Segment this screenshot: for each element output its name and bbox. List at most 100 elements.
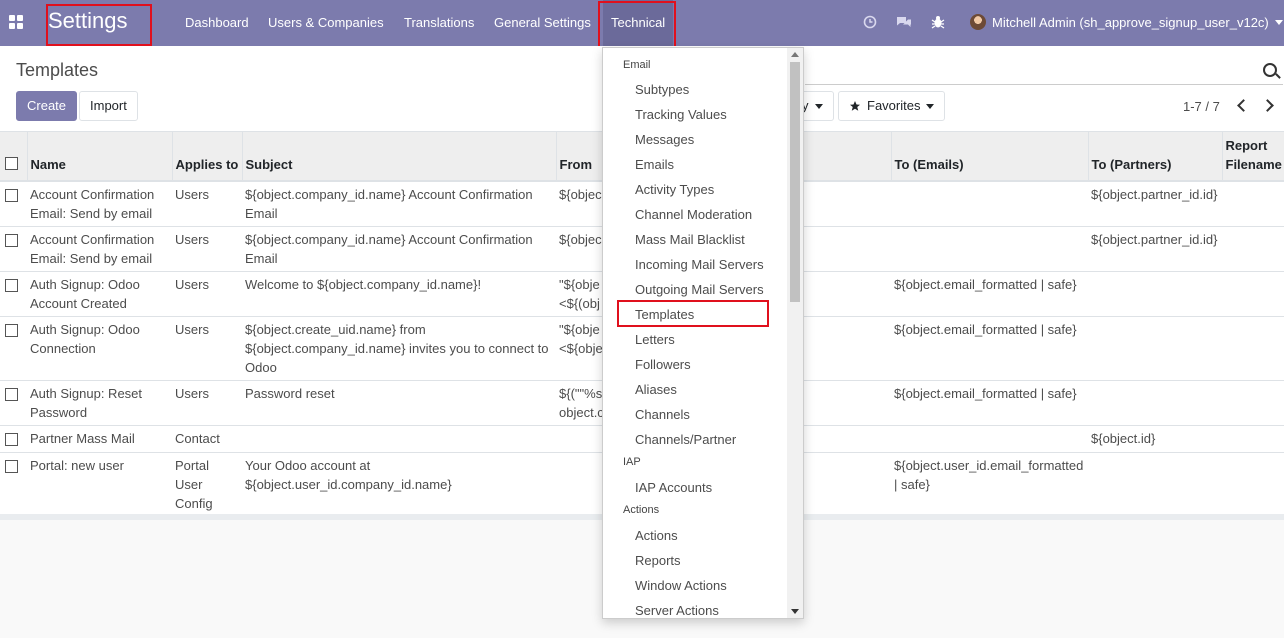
column-header-subject[interactable]: Subject (241, 132, 556, 182)
select-all-checkbox[interactable] (5, 157, 18, 170)
name-cell: Account Confirmation Email: Send by emai… (27, 226, 172, 272)
row-checkbox-cell[interactable] (0, 181, 27, 227)
column-header-to-emails[interactable]: To (Emails) (890, 132, 1088, 182)
dropdown-item-mass-mail-blacklist[interactable]: Mass Mail Blacklist (635, 232, 745, 247)
user-menu[interactable]: Mitchell Admin (sh_approve_signup_user_v… (970, 14, 1283, 30)
row-checkbox-cell[interactable] (0, 452, 27, 517)
column-header-name[interactable]: Name (26, 132, 172, 182)
dropdown-item-outgoing-mail-servers[interactable]: Outgoing Mail Servers (635, 282, 764, 297)
row-checkbox[interactable] (5, 278, 18, 292)
from-cell: ${objec (556, 226, 602, 272)
avatar (970, 14, 986, 30)
name-cell: Partner Mass Mail (27, 425, 172, 453)
column-header-applies-to[interactable]: Applies to (171, 132, 242, 182)
row-checkbox[interactable] (5, 432, 18, 446)
row-checkbox[interactable] (5, 189, 18, 202)
row-checkbox[interactable] (5, 459, 18, 473)
to-partners-cell (1088, 316, 1222, 381)
menu-dashboard[interactable]: Dashboard (185, 0, 249, 46)
row-checkbox-cell[interactable] (0, 425, 27, 453)
from-cell (556, 452, 602, 517)
row-checkbox[interactable] (5, 387, 18, 401)
to-emails-cell (891, 425, 1088, 453)
to-partners-cell: ${object.partner_id.id} (1088, 181, 1222, 227)
menu-translations[interactable]: Translations (404, 0, 474, 46)
applies-to-cell: Portal User Config (172, 452, 242, 517)
chevron-left-icon[interactable] (1236, 100, 1246, 110)
dropdown-item-followers[interactable]: Followers (635, 357, 691, 372)
menu-users-companies[interactable]: Users & Companies (268, 0, 384, 46)
dropdown-header-actions: Actions (623, 504, 660, 516)
dropdown-item-letters[interactable]: Letters (635, 332, 675, 347)
column-header-report-filename[interactable]: Report Filename (1221, 132, 1284, 182)
row-checkbox[interactable] (5, 323, 18, 337)
dropdown-item-reports[interactable]: Reports (635, 553, 681, 568)
search-icon[interactable] (1263, 63, 1277, 77)
dropdown-item-window-actions[interactable]: Window Actions (635, 578, 727, 593)
scroll-down-icon[interactable] (791, 609, 799, 614)
subject-cell: Welcome to ${object.company_id.name}! (242, 271, 556, 317)
chevron-right-icon[interactable] (1263, 100, 1273, 110)
dropdown-item-aliases[interactable]: Aliases (635, 382, 677, 397)
from-cell: "${obje <${(obj (556, 271, 602, 317)
technical-dropdown-menu[interactable]: Email Subtypes Tracking Values Messages Emai… (602, 47, 804, 619)
dropdown-item-channel-moderation[interactable]: Channel Moderation (635, 207, 752, 222)
to-partners-cell (1088, 380, 1222, 426)
menu-general-settings[interactable]: General Settings (494, 0, 591, 46)
from-cell (556, 425, 602, 453)
favorites-button[interactable]: Favorites (838, 91, 946, 121)
dropdown-item-iap-accounts[interactable]: IAP Accounts (635, 480, 712, 495)
bug-icon[interactable] (930, 14, 946, 30)
import-button[interactable]: Import (79, 91, 138, 121)
row-checkbox-cell[interactable] (0, 316, 27, 381)
dropdown-item-channels-partner[interactable]: Channels/Partner (635, 432, 736, 447)
subject-cell: ${object.create_uid.name} from ${object.… (242, 316, 556, 381)
favorites-label: Favorites (867, 98, 921, 113)
from-cell: ${(""%s object.c (556, 380, 604, 426)
dropdown-item-incoming-mail-servers[interactable]: Incoming Mail Servers (635, 257, 764, 272)
column-header-from[interactable]: From (555, 132, 602, 182)
to-partners-cell (1088, 452, 1222, 517)
user-name: Mitchell Admin (sh_approve_signup_user_v… (992, 14, 1269, 30)
applies-to-cell: Contact (172, 425, 242, 453)
scrollbar-thumb[interactable] (790, 62, 800, 302)
breadcrumb: Templates (16, 60, 99, 80)
clock-icon[interactable] (862, 14, 878, 30)
row-checkbox-cell[interactable] (0, 226, 27, 272)
row-checkbox-cell[interactable] (0, 271, 27, 317)
chevron-down-icon (1274, 19, 1283, 25)
name-cell: Account Confirmation Email: Send by emai… (27, 181, 172, 227)
dropdown-item-channels[interactable]: Channels (635, 407, 690, 422)
dropdown-item-tracking-values[interactable]: Tracking Values (635, 107, 727, 122)
report-filename-cell (1222, 181, 1284, 227)
apps-icon[interactable] (9, 15, 23, 29)
to-emails-cell: ${object.email_formatted | safe} (891, 380, 1088, 426)
chevron-down-icon (814, 103, 823, 109)
report-filename-cell (1222, 226, 1284, 272)
name-cell: Portal: new user (27, 452, 172, 517)
dropdown-item-actions[interactable]: Actions (635, 528, 678, 543)
technical-highlight-box (598, 1, 676, 49)
scroll-up-icon[interactable] (791, 52, 799, 57)
dropdown-item-activity-types[interactable]: Activity Types (635, 182, 714, 197)
chat-icon[interactable] (896, 14, 912, 30)
dropdown-item-messages[interactable]: Messages (635, 132, 694, 147)
subject-cell: Your Odoo account at ${object.user_id.co… (242, 452, 556, 517)
from-cell: ${objec (556, 181, 602, 227)
to-emails-cell (891, 226, 1088, 272)
dropdown-item-server-actions[interactable]: Server Actions (635, 603, 719, 618)
row-checkbox-cell[interactable] (0, 380, 27, 426)
subject-cell: ${object.company_id.name} Account Confir… (242, 226, 556, 272)
dropdown-item-emails[interactable]: Emails (635, 157, 674, 172)
dropdown-scrollbar[interactable] (787, 48, 803, 618)
subject-cell (242, 425, 556, 453)
dropdown-item-subtypes[interactable]: Subtypes (635, 82, 689, 97)
create-button[interactable]: Create (16, 91, 78, 121)
row-checkbox[interactable] (5, 233, 18, 247)
pager-value[interactable]: 1-7 / 7 (1183, 99, 1220, 114)
search-input[interactable] (805, 57, 1283, 85)
select-all-checkbox-cell[interactable] (0, 132, 27, 182)
column-header-to-partners[interactable]: To (Partners) (1087, 132, 1222, 182)
report-filename-cell (1222, 316, 1284, 381)
report-filename-cell (1222, 271, 1284, 317)
